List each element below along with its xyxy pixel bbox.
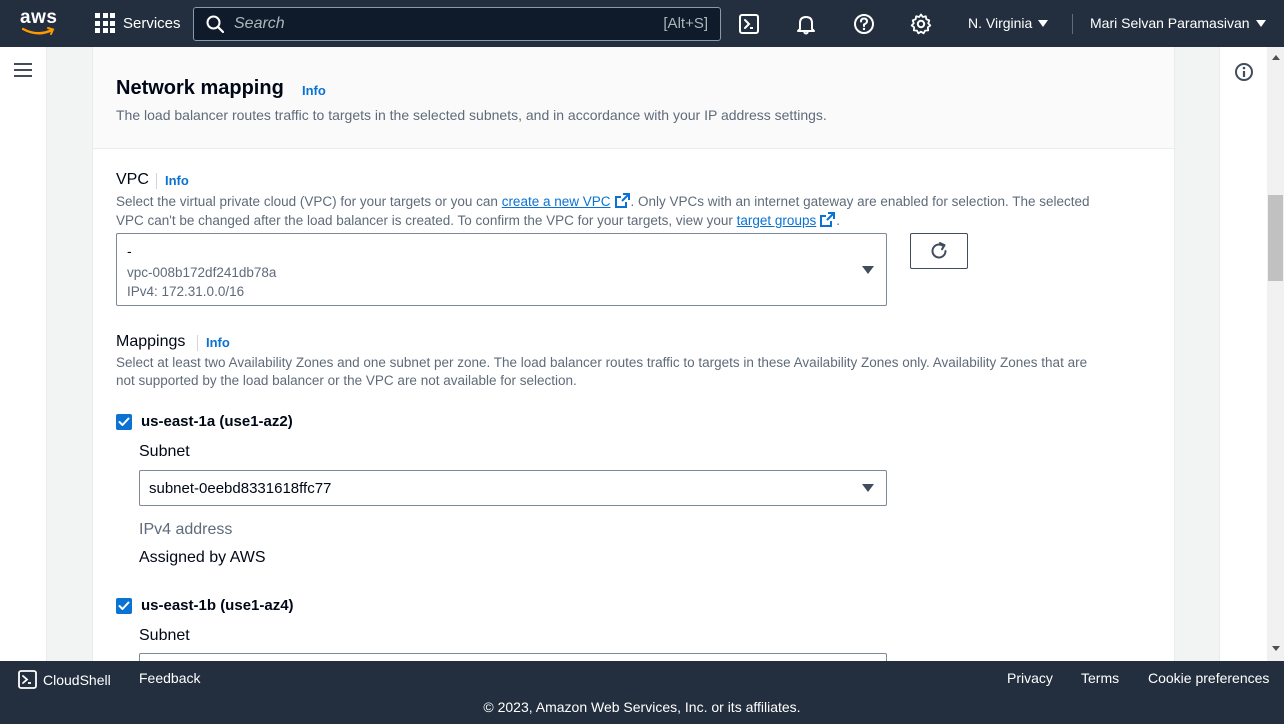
search-shortcut-hint: [Alt+S]: [663, 15, 708, 32]
ipv4-address-label: IPv4 address: [139, 521, 233, 538]
search-bar[interactable]: [Alt+S]: [193, 7, 721, 41]
refresh-icon: [931, 242, 947, 259]
create-vpc-link[interactable]: create a new VPC: [502, 194, 611, 209]
region-caret-down-icon: [1038, 19, 1049, 27]
vpc-selected-cidr: IPv4: 172.31.0.0/16: [127, 284, 245, 299]
mappings-description: Select at least two Availability Zones a…: [116, 355, 1088, 388]
subnet-label: Subnet: [139, 627, 190, 644]
section-description: The load balancer routes traffic to targ…: [116, 107, 827, 123]
gear-icon: [910, 13, 932, 35]
panel-header: Network mapping Info The load balancer r…: [93, 47, 1174, 149]
footer: CloudShell Feedback Privacy Terms Cookie…: [0, 661, 1284, 724]
subnet-label: Subnet: [139, 443, 190, 460]
checkmark-icon: [118, 601, 130, 610]
vpc-info-link[interactable]: Info: [165, 173, 189, 188]
mappings-info-link[interactable]: Info: [206, 335, 230, 350]
external-link-icon[interactable]: [614, 192, 631, 209]
services-grid-icon: [95, 13, 115, 33]
notifications-button[interactable]: [794, 12, 818, 36]
subnet-select-us-east-1a[interactable]: subnet-0eebd8331618ffc77: [139, 470, 887, 506]
account-caret-down-icon: [1255, 19, 1266, 27]
page-title: Network mapping: [116, 77, 284, 99]
mappings-label: Mappings: [116, 333, 186, 350]
cookie-preferences-link[interactable]: Cookie preferences: [1148, 670, 1269, 686]
scroll-up-arrow-icon[interactable]: [1272, 55, 1280, 60]
subnet-select-us-east-1b[interactable]: [139, 653, 887, 661]
network-mapping-panel: Network mapping Info The load balancer r…: [92, 47, 1175, 661]
vpc-selected-name: -: [127, 243, 132, 259]
region-selector[interactable]: N. Virginia: [968, 15, 1049, 31]
feedback-link[interactable]: Feedback: [139, 670, 200, 686]
aws-logo-text: aws: [20, 7, 58, 28]
cloudshell-footer-button[interactable]: CloudShell: [18, 670, 111, 689]
vpc-label: VPC: [116, 171, 149, 188]
help-circle-icon: [854, 14, 874, 34]
vpc-info-divider: [156, 173, 157, 189]
copyright-text: © 2023, Amazon Web Services, Inc. or its…: [483, 699, 801, 715]
left-navigation-rail: [0, 47, 47, 661]
region-label: N. Virginia: [968, 15, 1033, 31]
subnet-selected-value: subnet-0eebd8331618ffc77: [149, 480, 332, 497]
scroll-down-arrow-icon[interactable]: [1272, 646, 1280, 651]
zone-checkbox-us-east-1a[interactable]: [116, 414, 132, 430]
settings-button[interactable]: [909, 12, 933, 36]
info-panel-icon[interactable]: [1234, 62, 1254, 82]
menu-toggle-icon[interactable]: [14, 63, 32, 77]
vpc-description: Select the virtual private cloud (VPC) f…: [116, 192, 1090, 228]
account-menu[interactable]: Mari Selvan Paramasivan: [1090, 15, 1266, 31]
cloudshell-nav-button[interactable]: [737, 12, 761, 36]
subnet-caret-down-icon: [862, 484, 874, 492]
mappings-info-divider: [197, 335, 198, 351]
network-mapping-info-link[interactable]: Info: [302, 83, 326, 98]
aws-logo[interactable]: aws: [20, 7, 58, 39]
zone-name: us-east-1a (use1-az2): [141, 413, 293, 430]
vpc-caret-down-icon: [862, 266, 874, 274]
vpc-select[interactable]: - vpc-008b172df241db78a IPv4: 172.31.0.0…: [116, 233, 887, 306]
scrollbar-thumb[interactable]: [1268, 195, 1283, 281]
page-scrollbar[interactable]: [1267, 47, 1284, 661]
help-button[interactable]: [852, 12, 876, 36]
aws-smile-icon: [22, 27, 55, 35]
nav-divider: [1072, 14, 1073, 34]
refresh-vpc-button[interactable]: [910, 233, 968, 269]
privacy-link[interactable]: Privacy: [1007, 670, 1053, 686]
right-tools-rail: [1219, 47, 1267, 661]
terminal-icon: [18, 670, 37, 689]
services-label: Services: [123, 14, 181, 32]
ipv4-address-value: Assigned by AWS: [139, 549, 266, 566]
external-link-icon[interactable]: [819, 211, 836, 228]
top-navigation: aws Services [Alt+S]: [0, 0, 1284, 47]
terms-link[interactable]: Terms: [1081, 670, 1119, 686]
bell-icon: [797, 16, 815, 35]
account-name: Mari Selvan Paramasivan: [1090, 15, 1250, 31]
zone-checkbox-us-east-1b[interactable]: [116, 598, 132, 614]
search-input[interactable]: [234, 15, 634, 33]
target-groups-link[interactable]: target groups: [737, 213, 817, 228]
checkmark-icon: [118, 417, 130, 426]
vpc-selected-id: vpc-008b172df241db78a: [127, 265, 277, 280]
terminal-icon: [739, 14, 759, 34]
zone-name: us-east-1b (use1-az4): [141, 597, 294, 614]
search-icon: [206, 15, 224, 33]
cloudshell-label: CloudShell: [43, 671, 111, 688]
services-menu-button[interactable]: Services: [95, 13, 181, 33]
